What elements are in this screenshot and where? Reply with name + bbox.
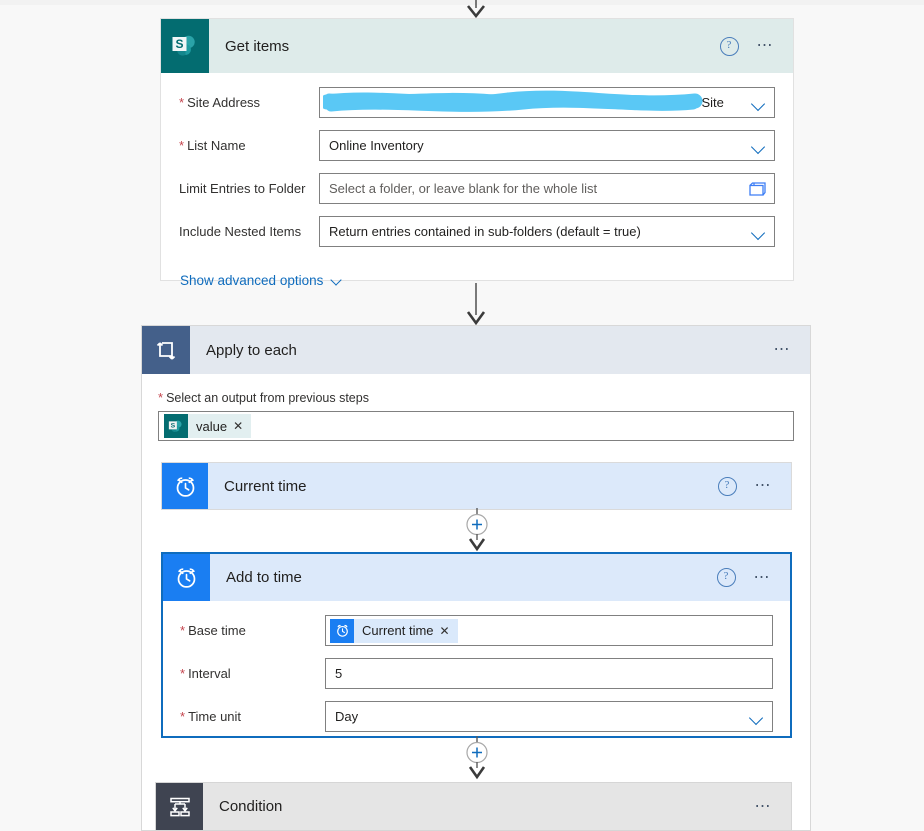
include-nested-value: Return entries contained in sub-folders … xyxy=(329,224,641,239)
redaction-mark xyxy=(323,89,703,117)
apply-to-each-body: Select an output from previous steps S v… xyxy=(142,374,810,441)
form-row-interval: Interval 5 xyxy=(180,658,773,689)
list-name-input[interactable]: Online Inventory xyxy=(319,130,775,161)
ellipsis-icon[interactable]: ⋯ xyxy=(757,38,776,54)
get-items-header[interactable]: S Get items ? ⋯ xyxy=(161,19,793,73)
interval-value: 5 xyxy=(335,666,343,681)
token-remove-icon[interactable]: ✕ xyxy=(233,419,251,433)
select-output-input[interactable]: S value ✕ xyxy=(158,411,794,441)
condition-icon xyxy=(156,783,203,830)
chevron-down-icon[interactable] xyxy=(753,142,766,150)
apply-to-each-title: Apply to each xyxy=(206,341,297,359)
add-to-time-title: Add to time xyxy=(226,569,302,586)
connector-add-step-2[interactable] xyxy=(459,736,495,782)
chevron-down-icon[interactable] xyxy=(753,99,766,107)
folder-picker-icon[interactable] xyxy=(749,181,766,196)
form-row-time-unit: Time unit Day xyxy=(180,701,773,732)
svg-text:S: S xyxy=(175,37,183,51)
add-to-time-header[interactable]: Add to time ? ⋯ xyxy=(163,554,790,601)
token-current-time[interactable]: Current time ✕ xyxy=(330,618,458,643)
clock-icon xyxy=(162,463,208,509)
svg-text:S: S xyxy=(171,422,176,429)
limit-entries-placeholder: Select a folder, or leave blank for the … xyxy=(329,181,598,196)
connector-add-step-1[interactable] xyxy=(459,508,495,554)
limit-entries-input[interactable]: Select a folder, or leave blank for the … xyxy=(319,173,775,204)
sharepoint-icon: S xyxy=(161,19,209,73)
site-address-label: Site Address xyxy=(179,95,319,110)
clock-icon xyxy=(330,618,354,643)
form-row-limit-entries-to-folder: Limit Entries to Folder Select a folder,… xyxy=(179,173,775,204)
sharepoint-icon: S xyxy=(164,414,188,438)
connector-get-items-to-loop xyxy=(466,283,486,325)
add-to-time-form: Base time Current time ✕ xyxy=(163,601,790,744)
loop-icon xyxy=(142,326,190,374)
limit-entries-label: Limit Entries to Folder xyxy=(179,181,306,196)
interval-label: Interval xyxy=(180,666,325,681)
help-icon[interactable]: ? xyxy=(719,36,739,56)
time-unit-input[interactable]: Day xyxy=(325,701,773,732)
help-icon[interactable]: ? xyxy=(716,568,736,587)
form-row-base-time: Base time Current time ✕ xyxy=(180,615,773,646)
show-advanced-options-link[interactable]: Show advanced options xyxy=(180,273,342,288)
current-time-title: Current time xyxy=(224,477,307,495)
help-icon[interactable]: ? xyxy=(717,476,737,496)
include-nested-label: Include Nested Items xyxy=(179,224,302,239)
get-items-form: Site Address /JiaoSite List Name xyxy=(161,73,793,304)
show-advanced-options-label: Show advanced options xyxy=(180,273,324,288)
apply-to-each-header[interactable]: Apply to each ⋯ xyxy=(142,326,810,374)
token-label: value xyxy=(196,418,228,434)
condition-title: Condition xyxy=(219,798,283,815)
condition-header[interactable]: Condition ⋯ xyxy=(156,783,791,830)
ellipsis-icon[interactable]: ⋯ xyxy=(755,798,774,814)
step-card-current-time[interactable]: Current time ? ⋯ xyxy=(161,462,792,510)
step-card-condition[interactable]: Condition ⋯ xyxy=(155,782,792,831)
base-time-label: Base time xyxy=(180,623,325,638)
chevron-down-icon[interactable] xyxy=(753,228,766,236)
time-unit-value: Day xyxy=(335,709,359,724)
site-address-value: /JiaoSite xyxy=(674,95,724,110)
chevron-down-icon xyxy=(332,276,342,286)
step-card-get-items[interactable]: S Get items ? ⋯ Site Address /JiaoSite xyxy=(160,18,794,288)
ellipsis-icon[interactable]: ⋯ xyxy=(755,478,774,494)
base-time-input[interactable]: Current time ✕ xyxy=(325,615,773,646)
flow-canvas: S Get items ? ⋯ Site Address /JiaoSite xyxy=(0,0,924,831)
site-address-input[interactable]: /JiaoSite xyxy=(319,87,775,118)
include-nested-input[interactable]: Return entries contained in sub-folders … xyxy=(319,216,775,247)
interval-input[interactable]: 5 xyxy=(325,658,773,689)
chevron-down-icon[interactable] xyxy=(751,713,764,721)
form-row-site-address: Site Address /JiaoSite xyxy=(179,87,775,118)
token-remove-icon[interactable]: ✕ xyxy=(440,624,458,638)
form-row-list-name: List Name Online Inventory xyxy=(179,130,775,161)
ellipsis-icon[interactable]: ⋯ xyxy=(774,342,793,358)
current-time-header[interactable]: Current time ? ⋯ xyxy=(162,463,791,509)
token-label: Current time xyxy=(362,623,434,638)
clock-icon xyxy=(163,554,210,601)
select-output-label: Select an output from previous steps xyxy=(158,390,794,405)
connector-arrow-top xyxy=(466,0,486,18)
form-row-include-nested-items: Include Nested Items Return entries cont… xyxy=(179,216,775,247)
list-name-label: List Name xyxy=(179,138,319,153)
list-name-value: Online Inventory xyxy=(329,138,424,153)
token-value[interactable]: S value ✕ xyxy=(164,414,252,438)
time-unit-label: Time unit xyxy=(180,709,325,724)
get-items-title: Get items xyxy=(225,37,290,55)
step-card-add-to-time[interactable]: Add to time ? ⋯ Base time xyxy=(161,552,792,738)
ellipsis-icon[interactable]: ⋯ xyxy=(754,569,773,585)
